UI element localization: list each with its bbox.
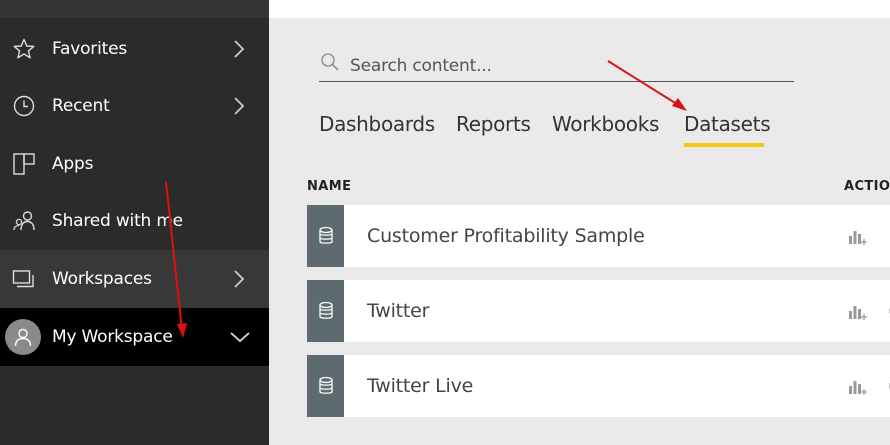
sidebar-item-recent[interactable]: Recent	[0, 77, 269, 135]
search-input[interactable]: Search content...	[350, 56, 492, 76]
sidebar-item-label: Shared with me	[52, 211, 183, 231]
create-report-icon[interactable]	[847, 375, 869, 397]
dataset-name[interactable]: Twitter	[367, 300, 429, 322]
sidebar-item-label: Workspaces	[52, 269, 152, 289]
sidebar-item-shared-with-me[interactable]: Shared with me	[0, 192, 269, 250]
clock-icon	[11, 93, 37, 119]
database-icon	[307, 280, 344, 342]
tab-workbooks[interactable]: Workbooks	[552, 112, 659, 136]
main-content: Search content... Dashboards Reports Wor…	[269, 0, 890, 445]
refresh-icon[interactable]	[884, 375, 890, 397]
apps-icon	[11, 151, 37, 177]
table-row[interactable]: Twitter Live	[307, 355, 890, 417]
top-bar	[269, 0, 890, 18]
sidebar-item-label: Apps	[52, 154, 94, 174]
avatar-icon	[5, 319, 41, 355]
active-tab-indicator	[684, 143, 764, 147]
dataset-name[interactable]: Customer Profitability Sample	[367, 225, 645, 247]
search-box[interactable]: Search content...	[319, 50, 794, 82]
sidebar-item-apps[interactable]: Apps	[0, 135, 269, 193]
create-report-icon[interactable]	[847, 300, 869, 322]
create-report-icon[interactable]	[847, 225, 869, 247]
search-icon	[319, 52, 341, 74]
table-row[interactable]: Twitter	[307, 280, 890, 342]
chevron-right-icon[interactable]	[229, 96, 249, 116]
column-header-name[interactable]: NAME	[307, 179, 351, 194]
sidebar-top-strip	[0, 0, 269, 18]
sidebar-item-workspaces[interactable]: Workspaces	[0, 250, 269, 308]
sidebar-item-label: Recent	[52, 96, 110, 116]
tab-datasets[interactable]: Datasets	[684, 112, 771, 136]
sidebar-item-label: My Workspace	[52, 327, 173, 347]
sidebar-item-label: Favorites	[52, 39, 127, 59]
dataset-name[interactable]: Twitter Live	[367, 375, 473, 397]
chevron-down-icon[interactable]	[229, 327, 251, 347]
sidebar-item-favorites[interactable]: Favorites	[0, 20, 269, 78]
star-icon	[11, 36, 37, 62]
tab-reports[interactable]: Reports	[456, 112, 531, 136]
tab-dashboards[interactable]: Dashboards	[319, 112, 435, 136]
shared-people-icon	[11, 208, 37, 234]
sidebar: Favorites Recent Apps Shared with me Wor…	[0, 0, 269, 445]
column-header-actions: ACTIONS	[844, 179, 890, 194]
refresh-icon[interactable]	[884, 300, 890, 322]
workspaces-icon	[11, 266, 37, 292]
sidebar-item-my-workspace[interactable]: My Workspace	[0, 308, 269, 366]
chevron-right-icon[interactable]	[229, 269, 249, 289]
chevron-right-icon[interactable]	[229, 39, 249, 59]
table-row[interactable]: Customer Profitability Sample	[307, 205, 890, 267]
database-icon	[307, 355, 344, 417]
database-icon	[307, 205, 344, 267]
